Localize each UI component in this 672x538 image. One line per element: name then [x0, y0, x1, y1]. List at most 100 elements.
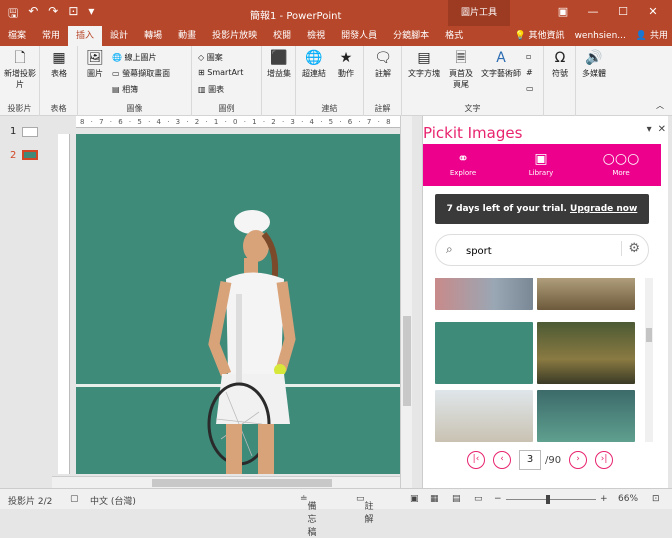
- screenshot-button[interactable]: ▭ 螢幕擷取畫面: [112, 68, 170, 79]
- slide-thumbnail-1[interactable]: [22, 127, 38, 137]
- reading-view-icon[interactable]: ▤: [452, 494, 461, 504]
- photo-album-button[interactable]: ▤ 相簿: [112, 84, 138, 95]
- account-name[interactable]: wenhsien...: [575, 26, 626, 46]
- close-button[interactable]: ✕: [638, 3, 668, 21]
- wordart-button[interactable]: A 文字藝術師: [480, 50, 522, 79]
- textbox-button[interactable]: ▤ 文字方塊: [406, 50, 442, 79]
- zoom-slider-thumb[interactable]: [546, 495, 550, 504]
- symbols-button[interactable]: Ω 符號: [546, 50, 574, 79]
- smartart-button[interactable]: ⊞ SmartArt: [198, 68, 243, 77]
- zoom-slider[interactable]: [506, 499, 596, 500]
- object-icon[interactable]: ▭: [526, 84, 534, 93]
- next-page-button[interactable]: ›: [569, 451, 588, 469]
- context-tab-header: 圖片工具: [448, 0, 510, 26]
- slide-editor: 8 · 7 · 6 · 5 · 4 · 3 · 2 · 1 · 0 · 1 · …: [52, 116, 412, 488]
- maximize-button[interactable]: ☐: [608, 3, 638, 21]
- chart-button[interactable]: ▥ 圖表: [198, 84, 224, 95]
- comments-button[interactable]: ▭ 註解: [356, 494, 374, 525]
- nav-explore[interactable]: ⚭ Explore: [433, 149, 493, 177]
- redo-icon[interactable]: ↷: [48, 4, 58, 25]
- scrollbar-thumb[interactable]: [646, 328, 652, 342]
- tab-developer[interactable]: 開發人員: [333, 26, 385, 46]
- fit-slide-icon[interactable]: ⊡: [652, 494, 660, 504]
- customize-qat-icon[interactable]: ▾: [88, 4, 94, 25]
- date-time-icon[interactable]: ▫: [526, 52, 531, 61]
- table-button[interactable]: ▦ 表格: [44, 50, 74, 79]
- result-image-6[interactable]: [537, 390, 635, 442]
- slide-number-1: 1: [10, 126, 17, 137]
- slide-number-icon[interactable]: #: [526, 68, 533, 77]
- result-image-1[interactable]: [435, 278, 533, 310]
- last-page-button[interactable]: ›|: [595, 451, 614, 469]
- comment-button[interactable]: 🗨 註解: [368, 50, 398, 79]
- pickit-nav: ⚭ Explore ▣ Library ○○○ More: [423, 144, 661, 186]
- undo-icon[interactable]: ↶: [28, 4, 38, 25]
- nav-library[interactable]: ▣ Library: [511, 149, 571, 177]
- textbox-icon: ▤: [417, 50, 431, 66]
- tab-insert[interactable]: 插入: [68, 26, 103, 46]
- tab-transitions[interactable]: 轉場: [136, 26, 170, 46]
- collapse-ribbon-icon[interactable]: ︿: [656, 100, 664, 111]
- online-pictures-button[interactable]: 🌐 線上圖片: [112, 52, 157, 63]
- filter-icon[interactable]: ⚙: [621, 241, 640, 256]
- new-slide-button[interactable]: 🗋 新增投影片: [2, 50, 38, 90]
- scrollbar-thumb[interactable]: [403, 316, 411, 406]
- results-scrollbar[interactable]: [645, 278, 653, 442]
- slide-canvas[interactable]: [76, 134, 400, 474]
- ribbon-display-icon[interactable]: ▣: [548, 3, 578, 21]
- result-image-2[interactable]: [537, 278, 635, 310]
- hyperlink-button[interactable]: 🌐 超連結: [300, 50, 328, 79]
- quick-access-toolbar: 🖫 ↶ ↷ ⊡ ▾: [8, 4, 94, 25]
- upgrade-link[interactable]: Upgrade now: [570, 204, 637, 214]
- slide-thumbnail-2[interactable]: [22, 150, 38, 160]
- addins-button[interactable]: ⬛ 增益集: [264, 50, 294, 79]
- zoom-out-button[interactable]: −: [494, 494, 502, 504]
- tab-slideshow[interactable]: 投影片放映: [204, 26, 265, 46]
- notes-button[interactable]: ≐ 備忘稿: [300, 494, 317, 538]
- result-image-5[interactable]: [435, 390, 533, 442]
- group-addins: ⬛ 增益集: [262, 46, 296, 116]
- prev-page-button[interactable]: ‹: [493, 451, 511, 469]
- action-button[interactable]: ★ 動作: [332, 50, 360, 79]
- tennis-player-image[interactable]: [76, 134, 400, 474]
- scrollbar-thumb[interactable]: [152, 479, 332, 487]
- pane-close-icon[interactable]: ✕: [658, 124, 666, 135]
- tab-home[interactable]: 常用: [34, 26, 68, 46]
- result-image-4[interactable]: [537, 322, 635, 384]
- pane-options-icon[interactable]: ▾: [647, 124, 652, 135]
- start-from-beginning-icon[interactable]: ⊡: [68, 4, 78, 25]
- minimize-button[interactable]: —: [578, 3, 608, 21]
- nav-more[interactable]: ○○○ More: [591, 149, 651, 177]
- tab-file[interactable]: 檔案: [0, 26, 34, 46]
- search-box: ⌕ ⚙: [435, 234, 649, 266]
- first-page-button[interactable]: |‹: [467, 451, 485, 469]
- editor-vertical-scrollbar[interactable]: [400, 116, 412, 488]
- tab-storyboard[interactable]: 分鏡腳本: [385, 26, 437, 46]
- slide-sorter-icon[interactable]: ▦: [430, 494, 439, 504]
- header-footer-button[interactable]: 🗏 頁首及頁尾: [446, 50, 476, 90]
- media-button[interactable]: 🔊 多媒體: [578, 50, 610, 79]
- tab-review[interactable]: 校閱: [265, 26, 299, 46]
- share-button[interactable]: 👤 共用: [636, 26, 668, 46]
- slideshow-view-icon[interactable]: ▭: [474, 494, 483, 504]
- tell-me[interactable]: 💡 其他資訊: [514, 26, 564, 46]
- normal-view-icon[interactable]: ▣: [410, 494, 419, 504]
- spelling-icon[interactable]: ▢: [70, 494, 79, 504]
- zoom-in-button[interactable]: +: [600, 494, 608, 504]
- tab-format[interactable]: 格式: [437, 26, 471, 46]
- tab-animations[interactable]: 動畫: [170, 26, 204, 46]
- shapes-button[interactable]: ◇ 圖案: [198, 52, 223, 63]
- language-indicator[interactable]: 中文 (台灣): [90, 494, 136, 507]
- pictures-button[interactable]: 🖼 圖片: [82, 50, 108, 79]
- comment-icon: 🗨: [374, 50, 392, 66]
- omega-icon: Ω: [554, 50, 566, 66]
- tab-view[interactable]: 檢視: [299, 26, 333, 46]
- result-image-3[interactable]: [435, 322, 533, 384]
- editor-horizontal-scrollbar[interactable]: [52, 476, 400, 488]
- tab-design[interactable]: 設計: [102, 26, 136, 46]
- page-input[interactable]: 3: [519, 450, 541, 470]
- binoculars-icon: ⚭: [457, 151, 469, 167]
- zoom-level[interactable]: 66%: [618, 494, 638, 504]
- save-icon[interactable]: 🖫: [8, 4, 18, 25]
- search-input[interactable]: [466, 243, 606, 259]
